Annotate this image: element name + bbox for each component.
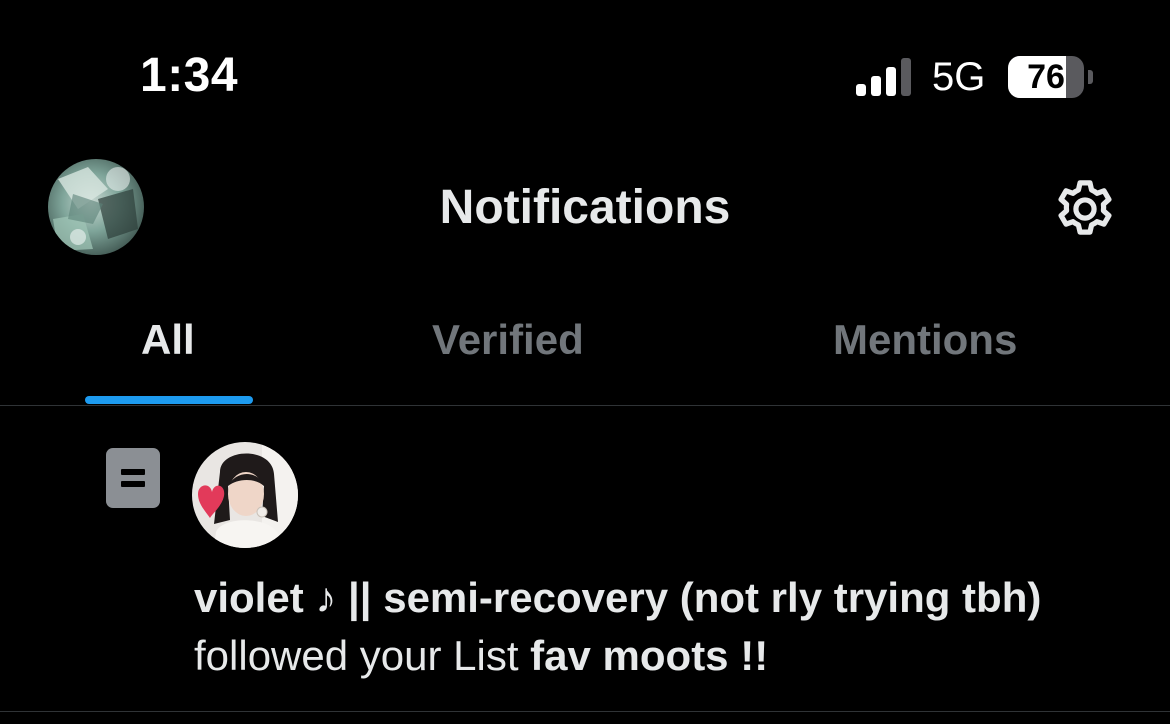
tab-all[interactable]: All: [141, 316, 195, 364]
list-icon-bar-top: [121, 469, 145, 475]
notification-user-name[interactable]: violet ♪ || semi-recovery (not rly tryin…: [194, 574, 1041, 622]
notification-list-name[interactable]: fav moots !!: [530, 632, 768, 679]
battery-body: 76: [1008, 56, 1084, 98]
network-type: 5G: [932, 55, 986, 99]
page-title: Notifications: [439, 181, 731, 234]
notification-action-text: followed your List: [194, 632, 531, 679]
cellular-signal-icon: [856, 58, 911, 96]
active-tab-indicator: [85, 396, 253, 404]
battery-icon: 76: [1008, 56, 1094, 98]
battery-nub: [1088, 70, 1093, 84]
notification-divider: [0, 711, 1170, 712]
battery-level: 76: [1027, 58, 1065, 96]
status-time: 1:34: [140, 49, 239, 102]
notification-text: followed your List fav moots !!: [194, 632, 768, 680]
user-avatar[interactable]: [192, 442, 298, 548]
list-icon: [106, 448, 160, 508]
tab-mentions[interactable]: Mentions: [833, 316, 1017, 364]
user-avatar-image: [192, 442, 298, 548]
tabs-divider: [0, 405, 1170, 406]
list-icon-bar-bottom: [121, 481, 145, 487]
gear-icon[interactable]: [1052, 176, 1118, 242]
tab-verified[interactable]: Verified: [432, 316, 584, 364]
